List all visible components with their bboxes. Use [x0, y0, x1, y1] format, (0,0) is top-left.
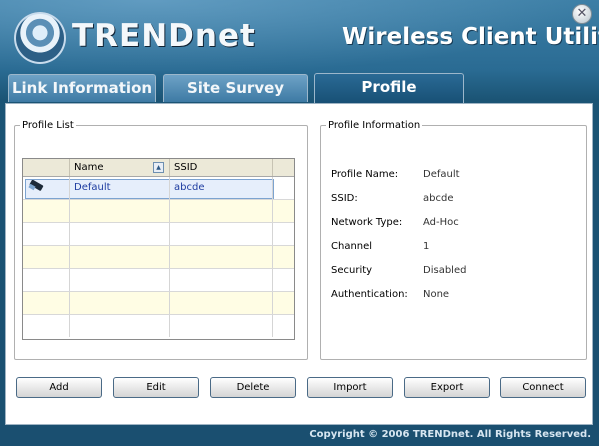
connect-button[interactable]: Connect — [500, 377, 586, 398]
table-row[interactable]: Default abcde — [23, 177, 294, 200]
row-name-cell: Default — [70, 177, 170, 199]
copyright-text: Copyright © 2006 TRENDnet. All Rights Re… — [309, 429, 591, 440]
profile-panel: Profile List Name ▲ SSID Default abcde P… — [5, 103, 593, 425]
footer: Copyright © 2006 TRENDnet. All Rights Re… — [0, 427, 599, 446]
row-icon-cell — [23, 177, 70, 199]
app-window: TRENDnet Wireless Client Utility ✕ Link … — [0, 0, 599, 446]
info-label-channel: Channel — [331, 241, 373, 252]
edit-button[interactable]: Edit — [113, 377, 199, 398]
profile-information-legend: Profile Information — [328, 120, 421, 131]
empty-row — [23, 292, 294, 315]
tab-profile[interactable]: Profile — [314, 73, 464, 104]
empty-row — [23, 223, 294, 246]
info-value-ssid: abcde — [423, 193, 454, 204]
empty-row — [23, 200, 294, 223]
tab-site-survey[interactable]: Site Survey — [163, 74, 308, 102]
icon-column-header — [23, 159, 70, 176]
logo-text: TRENDnet — [72, 18, 256, 54]
tab-link-information[interactable]: Link Information — [8, 74, 156, 102]
column-header-name-label: Name — [74, 162, 104, 173]
info-value-security: Disabled — [423, 265, 467, 276]
header-filler — [273, 159, 294, 176]
network-card-icon — [28, 180, 44, 191]
column-header-ssid[interactable]: SSID — [170, 159, 273, 176]
info-label-ssid: SSID: — [331, 193, 358, 204]
delete-button[interactable]: Delete — [210, 377, 296, 398]
table-header: Name ▲ SSID — [23, 159, 294, 177]
app-title: Wireless Client Utility — [342, 24, 599, 50]
info-label-profile-name: Profile Name: — [331, 169, 399, 180]
trendnet-logo-icon — [14, 12, 66, 64]
profile-information-group: Profile Information Profile Name: Defaul… — [320, 120, 587, 360]
profile-list-group: Profile List Name ▲ SSID Default abcde — [14, 120, 308, 360]
info-label-network-type: Network Type: — [331, 217, 403, 228]
add-button[interactable]: Add — [16, 377, 102, 398]
info-value-channel: 1 — [423, 241, 430, 252]
profile-table[interactable]: Name ▲ SSID Default abcde — [22, 158, 295, 340]
empty-row — [23, 315, 294, 337]
info-label-authentication: Authentication: — [331, 289, 408, 300]
profile-list-legend: Profile List — [22, 120, 74, 131]
column-header-name[interactable]: Name ▲ — [70, 159, 170, 176]
info-label-security: Security — [331, 265, 373, 276]
tab-bar: Link Information Site Survey Profile — [8, 73, 568, 104]
info-value-profile-name: Default — [423, 169, 460, 180]
empty-row — [23, 269, 294, 292]
export-button[interactable]: Export — [404, 377, 490, 398]
info-value-authentication: None — [423, 289, 450, 300]
import-button[interactable]: Import — [307, 377, 393, 398]
empty-row — [23, 246, 294, 269]
row-ssid-cell: abcde — [170, 177, 273, 199]
close-icon[interactable]: ✕ — [572, 4, 592, 24]
sort-ascending-icon[interactable]: ▲ — [153, 162, 164, 173]
info-value-network-type: Ad-Hoc — [423, 217, 459, 228]
